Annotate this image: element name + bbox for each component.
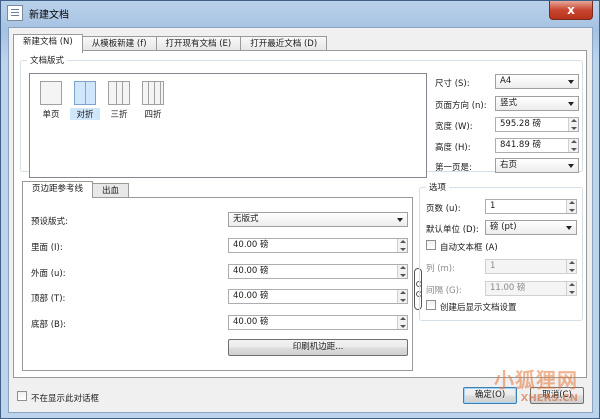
bifold-icon <box>74 81 96 105</box>
columns-label: 列 (m): <box>426 264 455 274</box>
outside-label: 外面 (u): <box>31 269 66 279</box>
auto-frame-label: 自动文本框 (A) <box>440 243 498 253</box>
gap-label: 间隔 (G): <box>426 286 462 296</box>
chevron-down-icon <box>397 218 403 222</box>
spinner-arrows-icon[interactable] <box>566 282 576 295</box>
columns-value: 1 <box>490 261 496 271</box>
first-page-value: 右页 <box>500 160 518 170</box>
columns-spinner[interactable]: 1 <box>485 259 577 274</box>
window-title: 新建文档 <box>29 9 69 21</box>
title-bar: 新建文档 x <box>1 1 599 25</box>
orientation-value: 竖式 <box>500 98 518 108</box>
layout-bifold[interactable]: 对折 <box>70 81 100 120</box>
cancel-button[interactable]: 取消(C) <box>530 387 584 404</box>
width-spinner[interactable]: 595.28 磅 <box>495 117 579 132</box>
options-group: 选项 页数 (u): 1 默认单位 (D): 磅 (pt) 自动文本框 (A) … <box>419 181 583 321</box>
spinner-arrows-icon[interactable] <box>568 139 578 152</box>
dont-show-checkbox[interactable] <box>17 391 27 401</box>
height-value: 841.89 磅 <box>500 140 541 150</box>
layout-quadfold[interactable]: 四折 <box>138 81 168 120</box>
preset-value: 无版式 <box>233 214 259 224</box>
size-label: 尺寸 (S): <box>435 79 470 89</box>
layout-quadfold-label: 四折 <box>144 110 162 120</box>
width-value: 595.28 磅 <box>500 119 541 129</box>
orientation-select[interactable]: 竖式 <box>495 96 579 111</box>
chevron-down-icon <box>568 80 574 84</box>
size-value: A4 <box>500 76 512 86</box>
height-label: 高度 (H): <box>435 143 471 153</box>
layout-group: 文档版式 单页 对折 三折 四折 尺寸 (S): A4 页面方向 (n): 竖式… <box>20 54 583 178</box>
inside-value: 40.00 磅 <box>233 240 269 250</box>
printer-margins-button[interactable]: 印刷机边距... <box>228 339 408 356</box>
margin-tabs: 页边距参考线 出血 <box>22 181 130 198</box>
inside-label: 里面 (I): <box>31 243 63 253</box>
outside-value: 40.00 磅 <box>233 266 269 276</box>
inside-spinner[interactable]: 40.00 磅 <box>228 238 408 253</box>
layout-bifold-label: 对折 <box>70 108 100 120</box>
spinner-arrows-icon[interactable] <box>397 290 407 303</box>
unit-value: 磅 (pt) <box>490 222 517 232</box>
ok-button[interactable]: 确定(O) <box>463 387 517 404</box>
layout-single[interactable]: 单页 <box>36 81 66 120</box>
top-spinner[interactable]: 40.00 磅 <box>228 289 408 304</box>
top-value: 40.00 磅 <box>233 291 269 301</box>
size-select[interactable]: A4 <box>495 74 579 89</box>
show-settings-checkbox[interactable] <box>426 300 436 310</box>
spinner-arrows-icon[interactable] <box>568 118 578 131</box>
width-label: 宽度 (W): <box>435 122 473 132</box>
bottom-label: 底部 (B): <box>31 320 67 330</box>
layout-list: 单页 对折 三折 四折 <box>29 73 427 178</box>
auto-frame-checkbox[interactable] <box>426 240 436 250</box>
preset-label: 预设版式: <box>31 217 68 227</box>
quadfold-icon <box>142 81 164 105</box>
outside-spinner[interactable]: 40.00 磅 <box>228 264 408 279</box>
spinner-arrows-icon[interactable] <box>566 200 576 213</box>
bottom-value: 40.00 磅 <box>233 317 269 327</box>
unit-label: 默认单位 (D): <box>426 225 479 235</box>
spinner-arrows-icon[interactable] <box>566 260 576 273</box>
new-document-dialog: 新建文档 x 新建文档 (N) 从模板新建 (f) 打开现有文档 (E) 打开最… <box>0 0 600 419</box>
height-spinner[interactable]: 841.89 磅 <box>495 138 579 153</box>
single-page-icon <box>40 81 62 105</box>
gap-spinner[interactable]: 11.00 磅 <box>485 281 577 296</box>
layout-group-title: 文档版式 <box>27 54 68 66</box>
tab-margin-guides[interactable]: 页边距参考线 <box>22 181 94 198</box>
dialog-client: 新建文档 (N) 从模板新建 (f) 打开现有文档 (E) 打开最近文档 (D)… <box>8 27 593 413</box>
pages-value: 1 <box>490 201 496 211</box>
orientation-label: 页面方向 (n): <box>435 101 487 111</box>
tab-bleed[interactable]: 出血 <box>92 183 130 198</box>
new-document-panel: 文档版式 单页 对折 三折 四折 尺寸 (S): A4 页面方向 (n): 竖式… <box>13 50 587 378</box>
margin-panel: 预设版式: 无版式 里面 (I): 40.00 磅 外面 (u): 40.00 … <box>22 197 422 371</box>
close-button[interactable]: x <box>549 1 593 20</box>
chevron-down-icon <box>568 164 574 168</box>
pages-label: 页数 (u): <box>426 204 461 214</box>
chevron-down-icon <box>568 102 574 106</box>
options-group-title: 选项 <box>426 181 450 193</box>
unit-select[interactable]: 磅 (pt) <box>485 220 577 235</box>
spinner-arrows-icon[interactable] <box>397 265 407 278</box>
layout-trifold[interactable]: 三折 <box>104 81 134 120</box>
document-icon <box>7 5 23 21</box>
first-page-select[interactable]: 右页 <box>495 158 579 173</box>
gap-value: 11.00 磅 <box>490 283 526 293</box>
tab-new-document[interactable]: 新建文档 (N) <box>13 34 83 53</box>
top-label: 顶部 (T): <box>31 294 66 304</box>
preset-select[interactable]: 无版式 <box>228 212 408 227</box>
spinner-arrows-icon[interactable] <box>397 316 407 329</box>
bottom-spinner[interactable]: 40.00 磅 <box>228 315 408 330</box>
trifold-icon <box>108 81 130 105</box>
layout-trifold-label: 三折 <box>110 110 128 120</box>
show-settings-label: 创建后显示文档设置 <box>440 303 517 313</box>
chevron-down-icon <box>566 226 572 230</box>
spinner-arrows-icon[interactable] <box>397 239 407 252</box>
layout-single-label: 单页 <box>42 110 60 120</box>
pages-spinner[interactable]: 1 <box>485 199 577 214</box>
first-page-label: 第一页是: <box>435 163 472 173</box>
dont-show-label: 不在显示此对话框 <box>31 394 100 404</box>
